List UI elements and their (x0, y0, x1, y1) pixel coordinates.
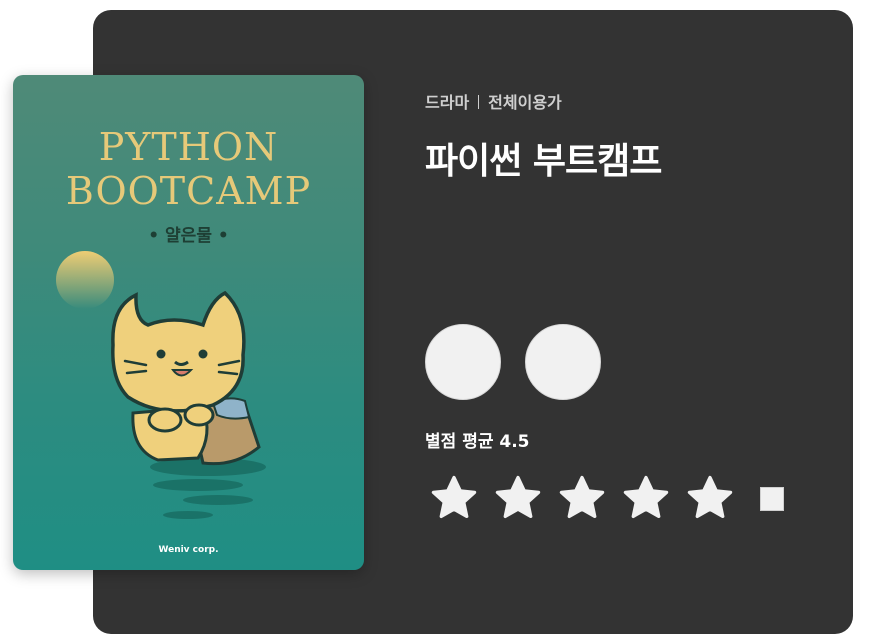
poster-title-line1: PYTHON (98, 125, 279, 169)
star-icon-2[interactable] (492, 472, 544, 524)
circle-button-2[interactable] (525, 324, 601, 400)
genre-label: 드라마 (425, 93, 470, 112)
movie-meta: 드라마 전체이용가 (425, 89, 562, 113)
star-icon-3[interactable] (556, 472, 608, 524)
circle-button-1[interactable] (425, 324, 501, 400)
movie-title: 파이썬 부트캠프 (425, 141, 662, 182)
poster-author: • 얄은물 • (148, 226, 229, 246)
checkbox[interactable] (760, 487, 784, 511)
cat-head (111, 290, 246, 413)
age-rating-label: 전체이용가 (488, 93, 562, 112)
poster-publisher: Weniv corp. (158, 545, 219, 555)
poster-image: PYTHON BOOTCAMP • 얄은물 • Weniv corp. (13, 75, 364, 570)
water-ripples (150, 458, 266, 519)
star-icon-4[interactable] (620, 472, 672, 524)
moon-shape (56, 251, 114, 309)
poster-title-line2: BOOTCAMP (65, 169, 312, 213)
star-icon-5[interactable] (684, 472, 736, 524)
rating-average-label: 별점 평균 4.5 (425, 432, 530, 452)
star-icon-1[interactable] (428, 472, 480, 524)
meta-divider (478, 95, 480, 109)
